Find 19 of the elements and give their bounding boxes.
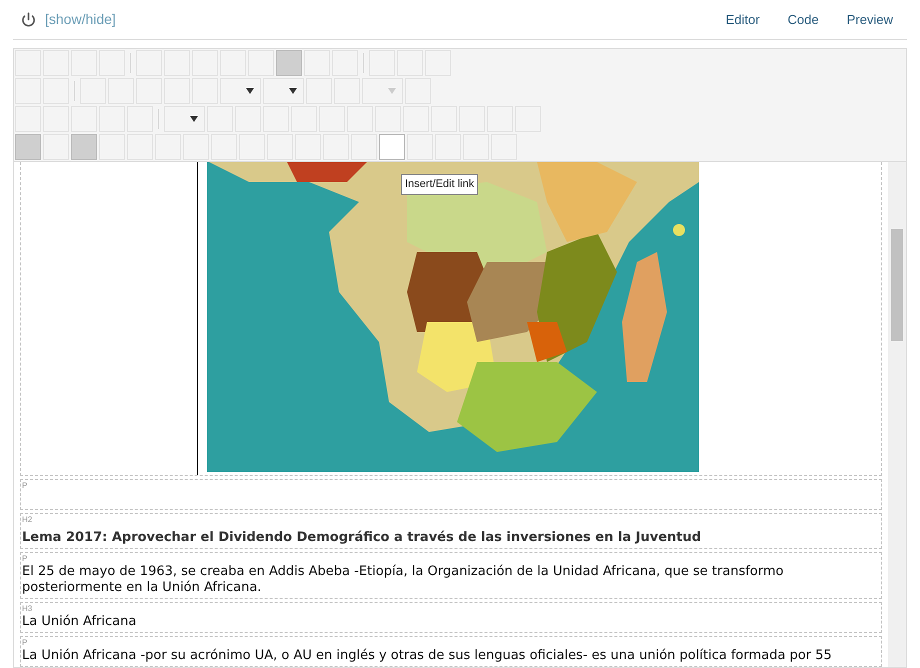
tooltip: Insert/Edit link	[401, 174, 478, 194]
view-tab[interactable]: Preview	[834, 10, 905, 30]
toolbar-button[interactable]	[15, 134, 41, 160]
heading: La Unión Africana	[22, 614, 138, 631]
toolbar-dropdown[interactable]	[263, 78, 304, 104]
view-tab[interactable]: Code	[776, 10, 831, 30]
power-icon[interactable]	[21, 12, 36, 27]
toolbar-dropdown[interactable]	[220, 78, 261, 104]
toolbar-button[interactable]	[379, 134, 405, 160]
block-tag: P	[22, 554, 880, 564]
heading: Lema 2017: Aprovechar el Dividendo Demográfico a través de las inversiones en la Juventud	[22, 530, 702, 547]
paragraph: El 25 de mayo de 1963, se creaba en Addis Abeba -Etiopía, la Organización de la Unidad Africana, que se transformo posteriormente en la Unión Africana.	[22, 564, 785, 597]
toolbar-button[interactable]	[71, 134, 97, 160]
block-tag: H2	[22, 515, 880, 525]
block-tag: H3	[22, 604, 880, 614]
view-tab[interactable]: Editor	[714, 10, 772, 30]
toolbar-dropdown[interactable]	[164, 106, 205, 132]
paragraph: La Unión Africana -por su acrónimo UA, o AU en inglés y otras de sus lenguas oficiales- es una unión política formada por 55	[22, 648, 833, 665]
block-tag: P	[22, 638, 880, 648]
